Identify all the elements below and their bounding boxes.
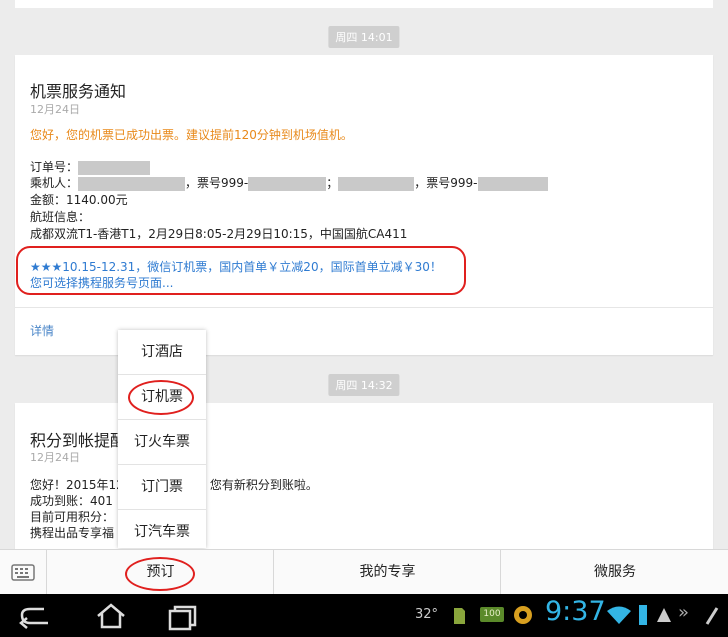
flight-ticket-notification-card[interactable]: 机票服务通知 12月24日 您好，您的机票已成功出票。建议提前120分钟到机场值… [15,55,713,355]
annotation-oval [128,380,194,415]
points-line-1-right: 您有新积分到账啦。 [209,478,318,492]
clock: 9:37 [545,596,606,627]
recent-apps-icon[interactable] [166,601,200,631]
points-line-1-left: 您好！2015年12 [30,478,124,492]
points-line-4: 携程出品专享福 [30,526,115,540]
bottom-menu-bar: 预订 我的专享 微服务 [0,549,728,595]
ticket-number-prefix: ，票号999- [414,176,478,190]
points-line-3: 目前可用积分： [30,510,115,524]
previous-card-bottom [15,0,713,8]
menu-item-bus[interactable]: 订汽车票 [118,510,206,554]
tab-booking[interactable]: 预订 [46,550,274,595]
keyboard-toggle-button[interactable] [0,550,46,595]
system-navigation-bar: 32° 100 9:37 » [0,594,728,637]
menu-item-attraction-tickets[interactable]: 订门票 [118,465,206,510]
points-line-2: 成功到账：401 [30,494,113,508]
app-notification-icon [514,606,532,624]
annotation-oval [16,246,466,295]
redacted-passenger-name [338,176,415,191]
card-date: 12月24日 [30,451,80,464]
keyboard-icon [11,564,35,581]
redacted-ticket-number [477,176,548,191]
battery-badge: 100 [480,607,504,622]
order-number-row: 订单号： [30,158,151,175]
card-title: 机票服务通知 [30,82,127,101]
flight-detail: 成都双流T1-香港T1，2月29日8:05-2月29日10:15，中国国航CA4… [30,227,408,241]
wifi-icon [607,606,631,624]
details-link[interactable]: 详情 [30,322,54,339]
ticket-number-prefix: ，票号999- [185,176,249,190]
redacted-passenger-name [78,176,186,191]
temperature-readout: 32° [415,607,439,622]
home-icon[interactable] [94,601,128,631]
card-title: 积分到帐提醒 [30,431,127,450]
timestamp-badge: 周四 14:01 [328,26,400,48]
tab-micro-service[interactable]: 微服务 [500,550,728,595]
tab-my-exclusive[interactable]: 我的专享 [273,550,501,595]
menu-item-hotel[interactable]: 订酒店 [118,330,206,375]
redacted-order-number [78,160,151,175]
booking-popup-menu: 订酒店 订机票 订火车票 订门票 订汽车票 [118,330,206,548]
order-label: 订单号： [30,160,79,174]
card-date: 12月24日 [30,103,80,116]
amount-row: 金额：1140.00元 [30,193,128,207]
passenger-row: 乘机人： ，票号999- ； ，票号999- [30,174,548,191]
menu-item-train[interactable]: 订火车票 [118,420,206,465]
menu-item-flight[interactable]: 订机票 [118,375,206,420]
sd-card-icon [454,608,465,624]
separator: ； [326,176,339,190]
pen-icon [705,607,719,625]
back-icon[interactable] [18,603,54,629]
chevron-right-icon[interactable]: » [678,602,689,623]
battery-icon [639,605,647,625]
timestamp-badge: 周四 14:32 [328,374,400,396]
passenger-label: 乘机人： [30,176,79,190]
redacted-ticket-number [248,176,327,191]
notification-greeting: 您好，您的机票已成功出票。建议提前120分钟到机场值机。 [30,128,353,142]
annotation-oval [125,557,195,591]
alert-icon [657,608,671,622]
divider [15,307,713,308]
flight-info-label: 航班信息： [30,210,91,224]
